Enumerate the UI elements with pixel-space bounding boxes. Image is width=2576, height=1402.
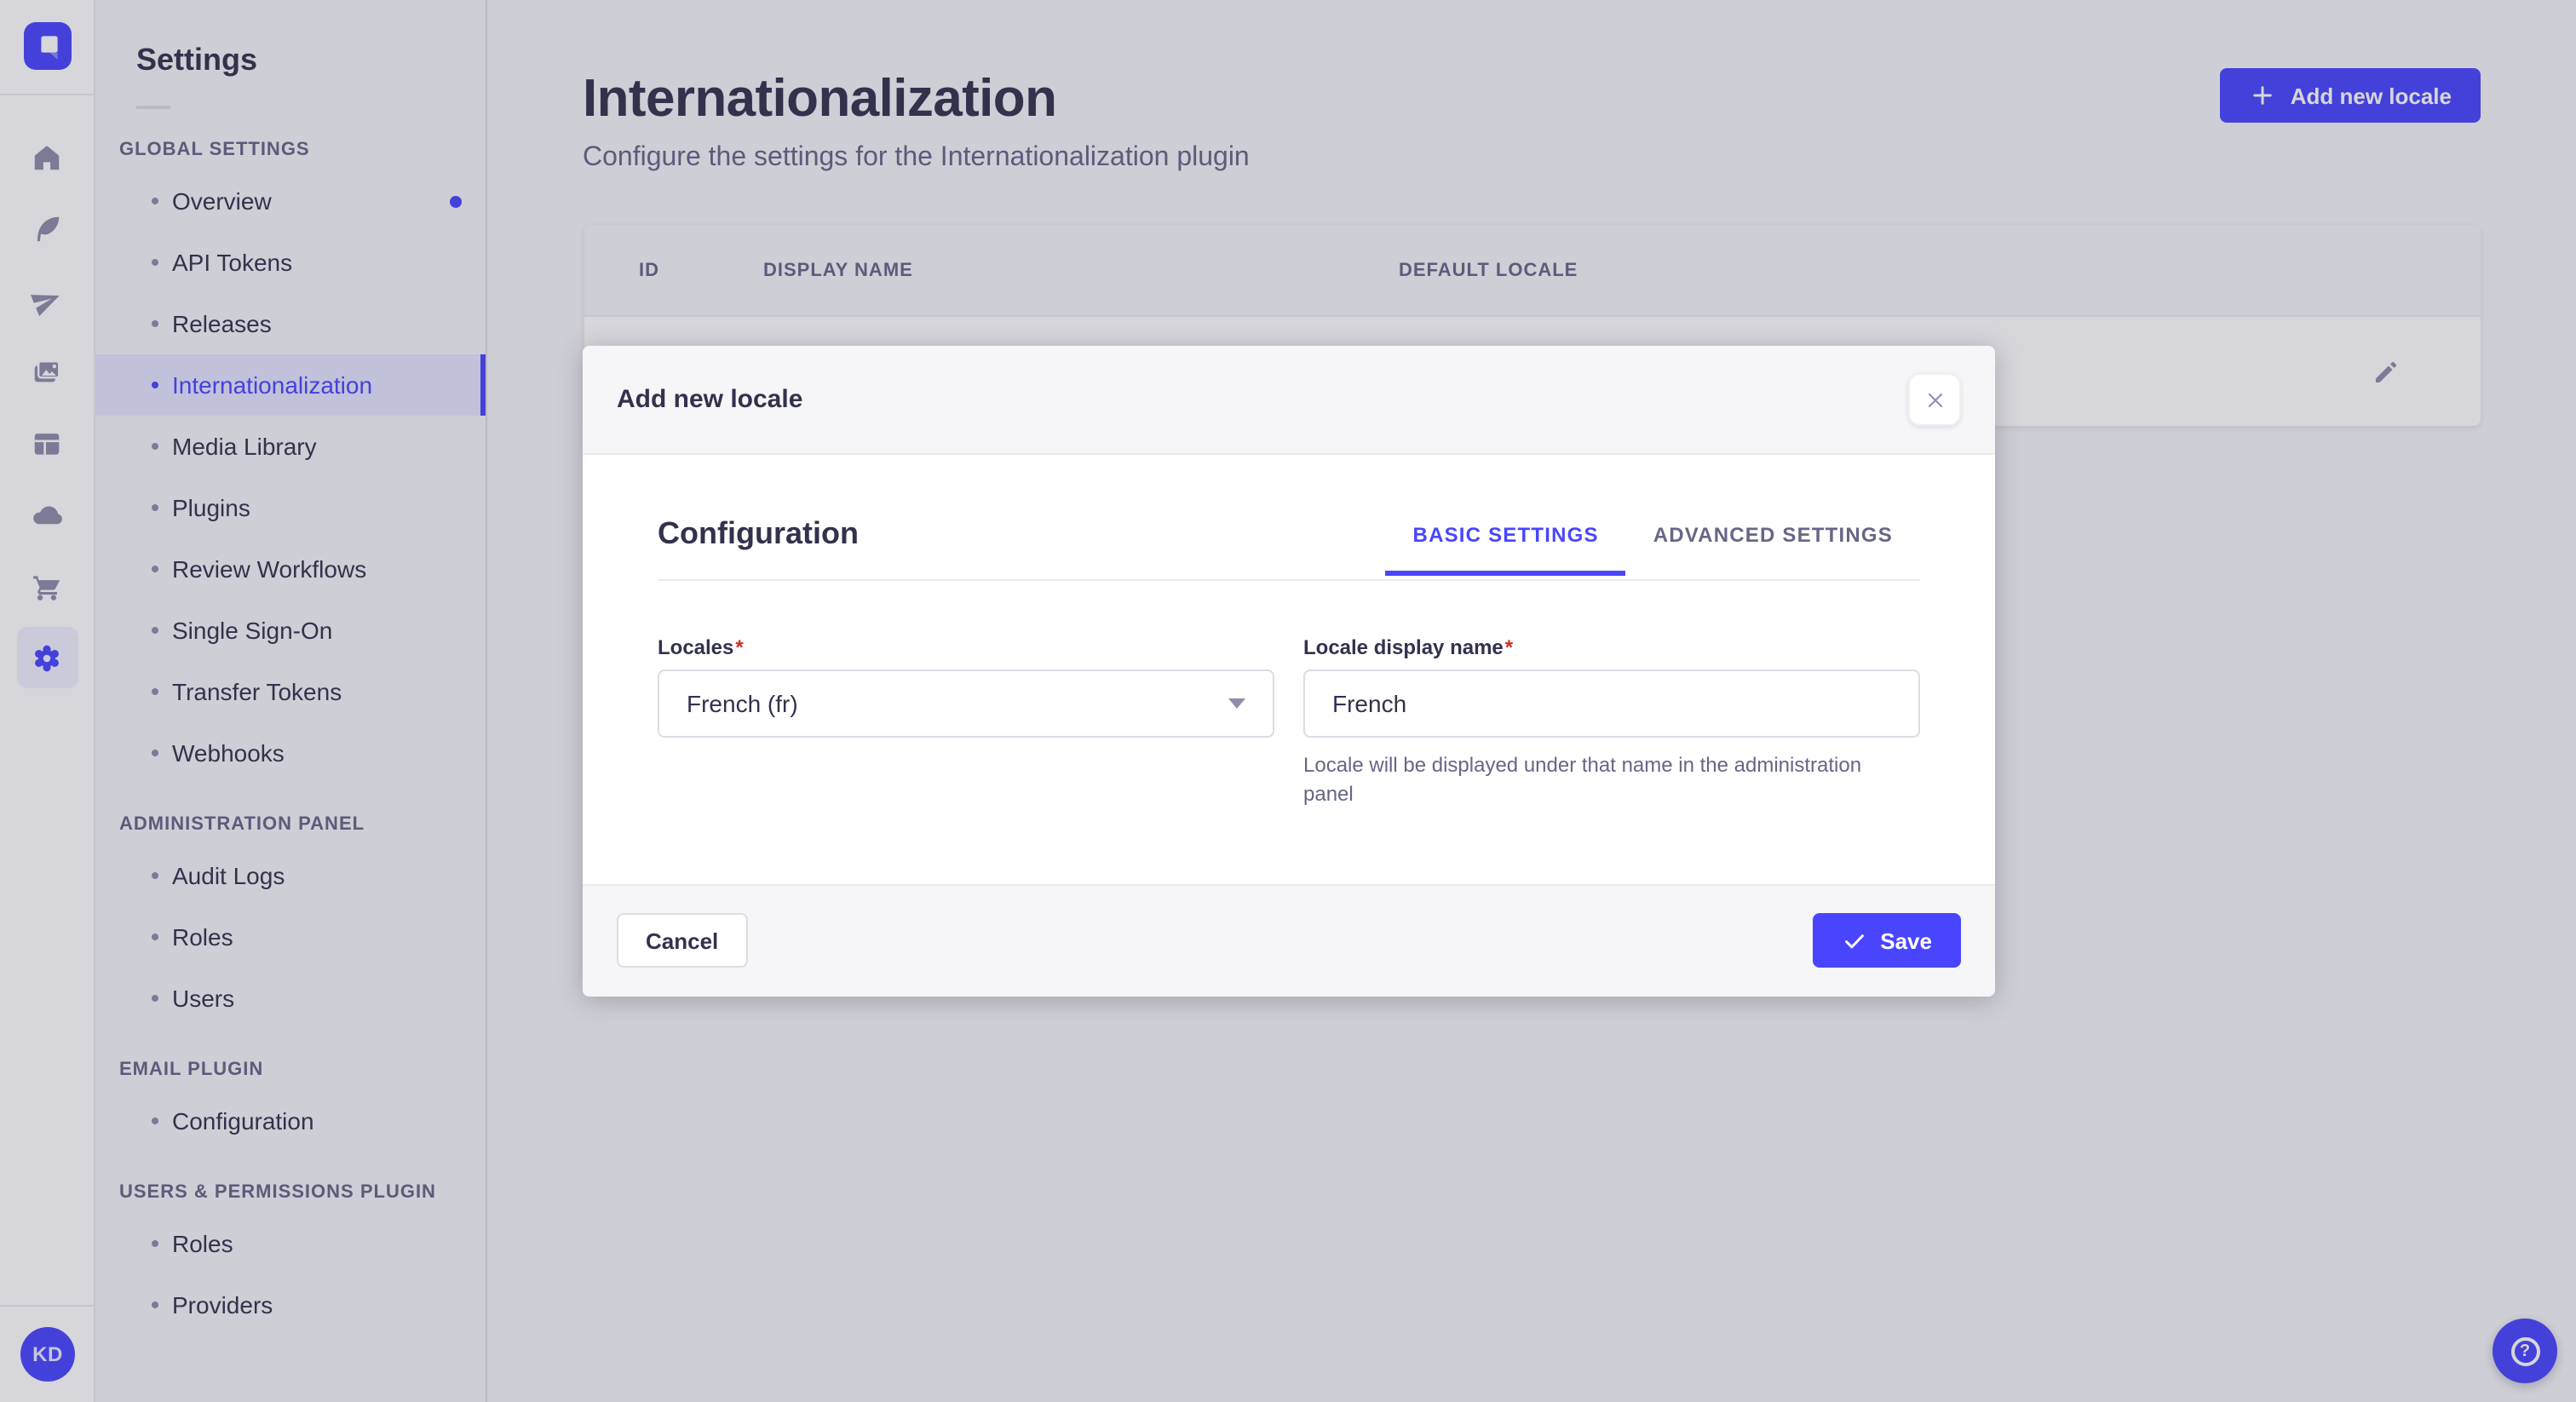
configuration-title: Configuration: [658, 516, 859, 550]
locales-select[interactable]: French (fr): [658, 669, 1274, 738]
settings-tabs: BASIC SETTINGS ADVANCED SETTINGS: [1385, 523, 1920, 576]
locales-label: Locales *: [658, 635, 744, 659]
display-name-field: Locale display name* Locale will be disp…: [1303, 635, 1920, 808]
tab-advanced-settings[interactable]: ADVANCED SETTINGS: [1626, 523, 1920, 576]
locale-form: Locales * French (fr) Locale display name…: [658, 635, 1920, 808]
add-locale-modal: Add new locale Configuration BASIC SETTI…: [583, 346, 1995, 997]
display-name-input[interactable]: [1303, 669, 1920, 738]
required-asterisk: *: [1504, 635, 1514, 659]
display-name-label: Locale display name *: [1303, 635, 1514, 659]
save-button[interactable]: Save: [1812, 913, 1961, 968]
configuration-header-row: Configuration BASIC SETTINGS ADVANCED SE…: [658, 516, 1920, 581]
cancel-button-label: Cancel: [646, 928, 719, 954]
required-asterisk: *: [735, 635, 744, 659]
app-root: KD Settings GLOBAL SETTINGS Overview API…: [0, 0, 2576, 1402]
modal-body: Configuration BASIC SETTINGS ADVANCED SE…: [583, 455, 1995, 883]
modal-title: Add new locale: [617, 385, 803, 414]
close-icon[interactable]: [1908, 373, 1961, 426]
cancel-button[interactable]: Cancel: [617, 913, 748, 968]
locales-select-value: French (fr): [687, 690, 798, 717]
modal-header: Add new locale: [583, 346, 1995, 455]
chevron-down-icon: [1228, 698, 1245, 709]
check-icon: [1844, 934, 1864, 948]
modal-footer: Cancel Save: [583, 883, 1995, 997]
locales-field: Locales * French (fr): [658, 635, 1274, 808]
tab-basic-settings[interactable]: BASIC SETTINGS: [1385, 523, 1626, 576]
display-name-help-text: Locale will be displayed under that name…: [1303, 753, 1862, 806]
save-button-label: Save: [1880, 928, 1932, 954]
